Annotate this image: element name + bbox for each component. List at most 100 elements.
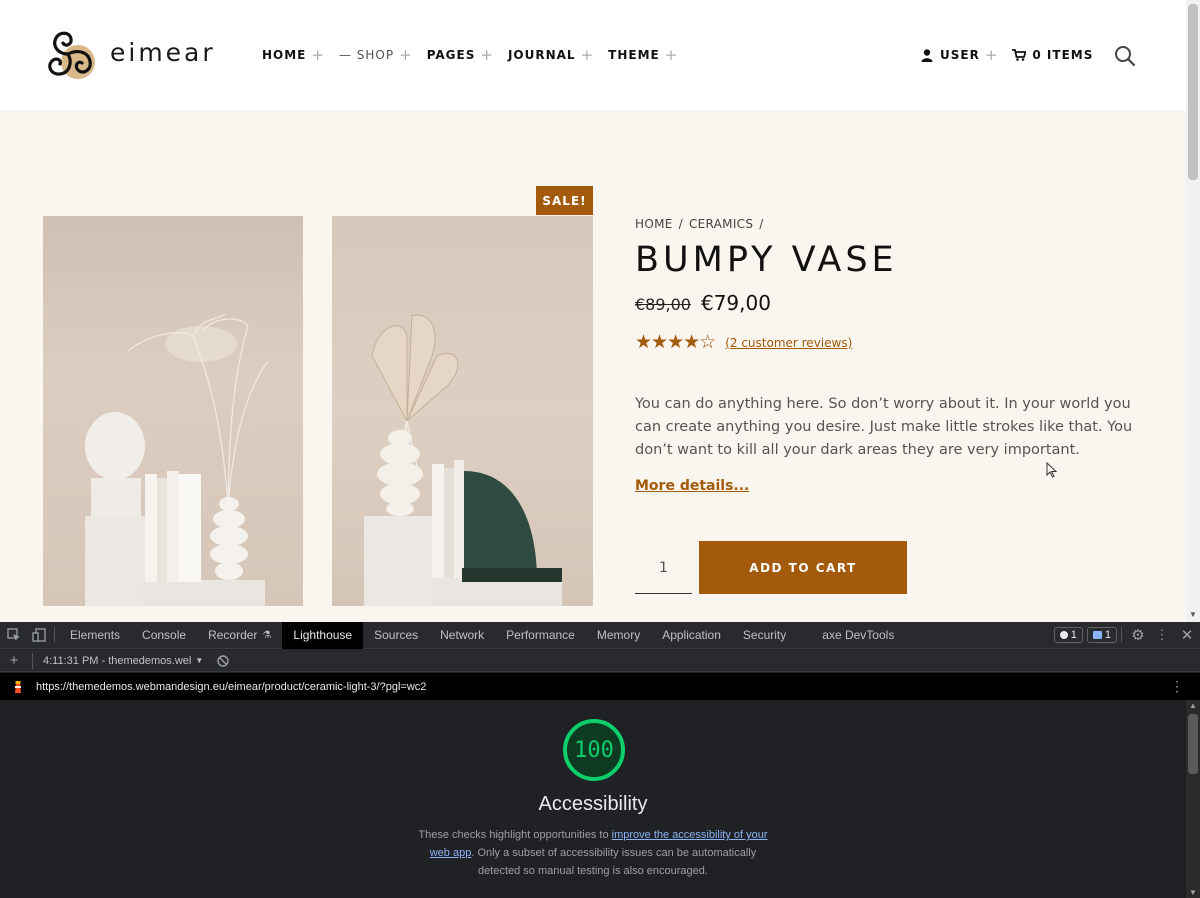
messages-count: 1 (1104, 629, 1111, 641)
product-price: €89,00 €79,00 (635, 291, 771, 315)
main-nav: HOME + — SHOP + PAGES + JOURNAL + THEME + (262, 46, 692, 64)
triskele-logo-icon (48, 31, 95, 79)
tab-divider (54, 627, 55, 643)
score-value: 100 (574, 737, 614, 763)
nav-shop[interactable]: — SHOP + (339, 46, 413, 64)
url-more-icon[interactable]: ⋮ (1170, 678, 1184, 695)
product-title: BUMPY VASE (635, 240, 898, 280)
page-scrollbar-thumb[interactable] (1188, 4, 1198, 180)
site-header: eimear HOME + — SHOP + PAGES + JOURNAL + THE… (0, 0, 1186, 110)
cart-link[interactable]: 0 ITEMS (1012, 48, 1093, 62)
clear-reports-icon[interactable] (217, 654, 229, 667)
star-rating-icon: ★★★★☆ (635, 332, 716, 353)
sale-badge: SALE! (536, 186, 593, 215)
tab-security[interactable]: Security (732, 622, 797, 649)
page-scrollbar[interactable]: ▼ (1186, 0, 1200, 622)
report-selector[interactable]: 4:11:31 PM - themedemos.wel ▼ (43, 655, 203, 667)
tab-sources[interactable]: Sources (363, 622, 429, 649)
tab-application[interactable]: Application (651, 622, 732, 649)
more-options-icon[interactable]: ⋮ (1150, 622, 1174, 649)
close-devtools-icon[interactable]: ✕ (1174, 622, 1200, 649)
nav-journal[interactable]: JOURNAL + (508, 46, 594, 64)
breadcrumb-ceramics[interactable]: CERAMICS (689, 217, 753, 231)
cart-label: 0 ITEMS (1032, 48, 1094, 62)
nav-shop-label: — SHOP (338, 48, 395, 62)
description-text-start: These checks highlight opportunities to (418, 829, 612, 841)
plus-icon: + (664, 46, 679, 64)
cart-icon (1012, 49, 1027, 61)
breadcrumb-separator: / (759, 217, 764, 231)
tab-axe-devtools[interactable]: axe DevTools (811, 622, 905, 649)
logo-text: eimear (110, 37, 216, 67)
category-title: Accessibility (538, 793, 648, 815)
plus-icon: + (399, 46, 413, 64)
message-icon (1092, 631, 1102, 639)
errors-badge[interactable]: 1 (1053, 627, 1083, 643)
nav-pages-label: PAGES (426, 48, 476, 62)
inspect-element-icon[interactable] (0, 622, 28, 649)
quantity-input[interactable]: 1 (635, 542, 692, 594)
sale-price: €79,00 (700, 291, 771, 315)
devtools-panel: Elements Console Recorder ⚗ Lighthouse So… (0, 621, 1200, 898)
description-text-end: . Only a subset of accessibility issues … (471, 847, 757, 877)
breadcrumb-separator: / (678, 217, 683, 231)
nav-theme-label: THEME (608, 48, 660, 62)
flask-icon: ⚗ (262, 629, 272, 641)
tab-recorder[interactable]: Recorder ⚗ (197, 622, 282, 649)
new-report-plus-icon[interactable]: + (0, 652, 28, 669)
breadcrumb-home[interactable]: HOME (635, 217, 673, 231)
user-icon (921, 48, 933, 62)
vase-with-palm-leaf-image (364, 314, 562, 606)
toolbar-divider (32, 652, 33, 669)
tab-performance[interactable]: Performance (495, 622, 586, 649)
search-icon[interactable] (1114, 45, 1136, 67)
mouse-cursor-icon (1046, 462, 1058, 478)
tab-recorder-label: Recorder (208, 628, 258, 642)
errors-count: 1 (1070, 629, 1077, 641)
more-details-link[interactable]: More details... (635, 478, 749, 494)
scroll-up-arrow-icon[interactable]: ▲ (1189, 701, 1197, 710)
lighthouse-icon (15, 680, 21, 693)
vase-with-buddha-image (85, 313, 269, 606)
old-price: €89,00 (635, 295, 691, 314)
lighthouse-report: 100 Accessibility These checks highlight… (0, 700, 1186, 898)
site-logo[interactable]: eimear (40, 26, 216, 82)
device-toolbar-icon[interactable] (28, 622, 50, 649)
devtools-scrollbar-thumb[interactable] (1188, 714, 1198, 774)
report-url-bar: https://themedemos.webmandesign.eu/eimea… (0, 673, 1200, 700)
tab-console[interactable]: Console (131, 622, 197, 649)
report-url[interactable]: https://themedemos.webmandesign.eu/eimea… (36, 681, 426, 693)
scroll-down-arrow-icon[interactable]: ▼ (1189, 610, 1197, 619)
plus-icon: + (984, 46, 999, 64)
lighthouse-toolbar: + 4:11:31 PM - themedemos.wel ▼ (0, 650, 1200, 672)
tab-memory[interactable]: Memory (586, 622, 651, 649)
website-viewport: eimear HOME + — SHOP + PAGES + JOURNAL + THE… (0, 0, 1186, 622)
breadcrumb: HOME / CERAMICS / (635, 217, 764, 231)
error-dot-icon (1059, 631, 1068, 639)
plus-icon: + (580, 46, 595, 64)
add-to-cart-button[interactable]: ADD TO CART (699, 541, 907, 594)
scroll-down-arrow-icon[interactable]: ▼ (1189, 888, 1197, 897)
settings-gear-icon[interactable]: ⚙ (1126, 622, 1150, 649)
tab-network[interactable]: Network (429, 622, 495, 649)
report-time: 4:11:31 PM - themedemos.wel (43, 654, 192, 667)
nav-pages[interactable]: PAGES + (427, 46, 494, 64)
tab-elements[interactable]: Elements (59, 622, 131, 649)
category-description: These checks highlight opportunities to … (418, 826, 768, 880)
product-image-1[interactable] (43, 216, 303, 606)
nav-home-label: HOME (262, 48, 307, 62)
dropdown-arrow-icon: ▼ (195, 656, 204, 665)
tab-divider (1121, 627, 1122, 643)
tab-lighthouse[interactable]: Lighthouse (282, 621, 364, 649)
user-menu[interactable]: USER + (921, 46, 1012, 64)
reviews-link[interactable]: (2 customer reviews) (725, 336, 852, 350)
messages-badge[interactable]: 1 (1086, 627, 1117, 643)
nav-home[interactable]: HOME + (262, 46, 325, 64)
user-label: USER (940, 48, 980, 62)
nav-journal-label: JOURNAL (507, 48, 576, 62)
product-image-2[interactable] (332, 216, 593, 606)
product-description: You can do anything here. So don’t worry… (635, 396, 1133, 458)
nav-theme[interactable]: THEME + (608, 46, 678, 64)
plus-icon: + (311, 46, 325, 64)
devtools-scrollbar[interactable]: ▲ ▼ (1186, 700, 1200, 898)
